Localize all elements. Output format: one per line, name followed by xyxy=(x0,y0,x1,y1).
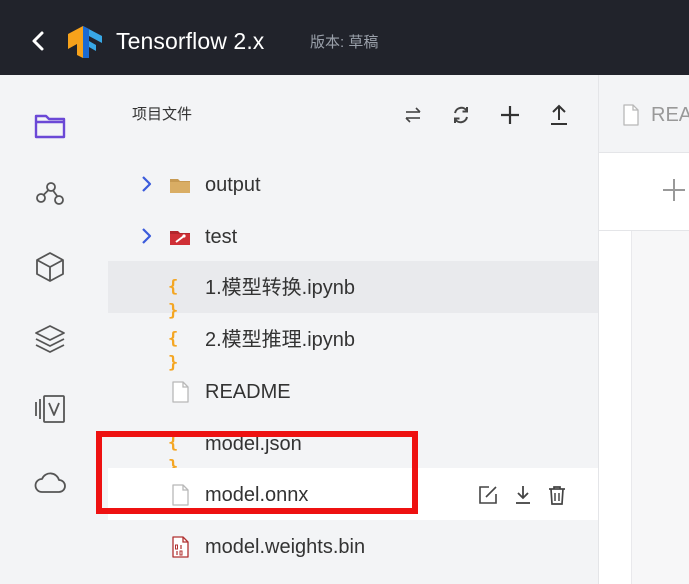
folder-icon xyxy=(170,179,190,193)
chevron-right-icon[interactable] xyxy=(136,174,156,194)
tree-item-readme[interactable]: README xyxy=(108,365,598,417)
tree-item-model-onnx[interactable]: model.onnx xyxy=(108,468,598,520)
notebook-cell-area[interactable] xyxy=(631,231,689,584)
tree-item-label: output xyxy=(205,174,261,196)
tree-item-test[interactable]: test xyxy=(108,210,598,262)
tree-item-label: test xyxy=(205,226,238,248)
version-label: 版本: 草稿 xyxy=(310,34,379,51)
tree-item-label: 1.模型转换.ipynb xyxy=(205,277,356,299)
swap-icon[interactable] xyxy=(398,100,428,130)
editor-tab-strip: REA xyxy=(599,75,689,153)
file-icon xyxy=(623,104,639,126)
panel-title: 项目文件 xyxy=(132,106,193,123)
braces-icon: { } xyxy=(168,277,181,321)
editor-area: REA xyxy=(598,75,689,584)
tree-item-model-json[interactable]: { } model.json xyxy=(108,417,598,477)
file-icon xyxy=(172,484,189,506)
chevron-right-icon[interactable] xyxy=(136,226,156,246)
tree-item-label: model.onnx xyxy=(205,484,309,506)
graph-nodes-icon[interactable] xyxy=(32,176,68,212)
tree-item-model-weights[interactable]: model.weights.bin xyxy=(108,520,598,572)
cloud-icon[interactable] xyxy=(32,464,68,500)
refresh-icon[interactable] xyxy=(446,100,476,130)
tree-item-label: 2.模型推理.ipynb xyxy=(205,329,356,351)
download-icon[interactable] xyxy=(511,483,535,507)
tree-item-notebook-2[interactable]: { } 2.模型推理.ipynb xyxy=(108,313,598,373)
cube-icon[interactable] xyxy=(32,249,68,285)
tree-item-label: model.json xyxy=(205,433,302,455)
tree-item-output[interactable]: output xyxy=(108,158,598,210)
app-header: Tensorflow 2.x 版本: 草稿 xyxy=(0,0,689,75)
tree-item-label: README xyxy=(205,381,291,403)
edit-icon[interactable] xyxy=(476,483,500,507)
tree-item-notebook-1[interactable]: { } 1.模型转换.ipynb xyxy=(108,261,598,321)
upload-icon[interactable] xyxy=(544,100,574,130)
binary-file-icon xyxy=(172,536,189,558)
tab-readme[interactable]: REA xyxy=(651,103,689,127)
versions-icon[interactable] xyxy=(32,391,68,427)
braces-icon: { } xyxy=(168,433,181,477)
left-rail xyxy=(0,75,108,584)
braces-icon: { } xyxy=(168,329,181,373)
tree-item-label: model.weights.bin xyxy=(205,536,366,558)
folder-icon[interactable] xyxy=(32,107,68,143)
tensorflow-logo-icon xyxy=(68,26,102,58)
add-cell-icon[interactable] xyxy=(661,177,687,203)
layers-icon[interactable] xyxy=(32,321,68,357)
file-icon xyxy=(172,381,189,403)
trash-icon[interactable] xyxy=(545,483,569,507)
plus-icon[interactable] xyxy=(495,100,525,130)
file-panel: 项目文件 output test {} 1.模型转换.ipynb {} 2.… xyxy=(108,75,598,584)
chevron-left-icon[interactable] xyxy=(26,26,50,56)
app-title: Tensorflow 2.x xyxy=(116,28,265,54)
folder-test-icon xyxy=(170,231,190,245)
